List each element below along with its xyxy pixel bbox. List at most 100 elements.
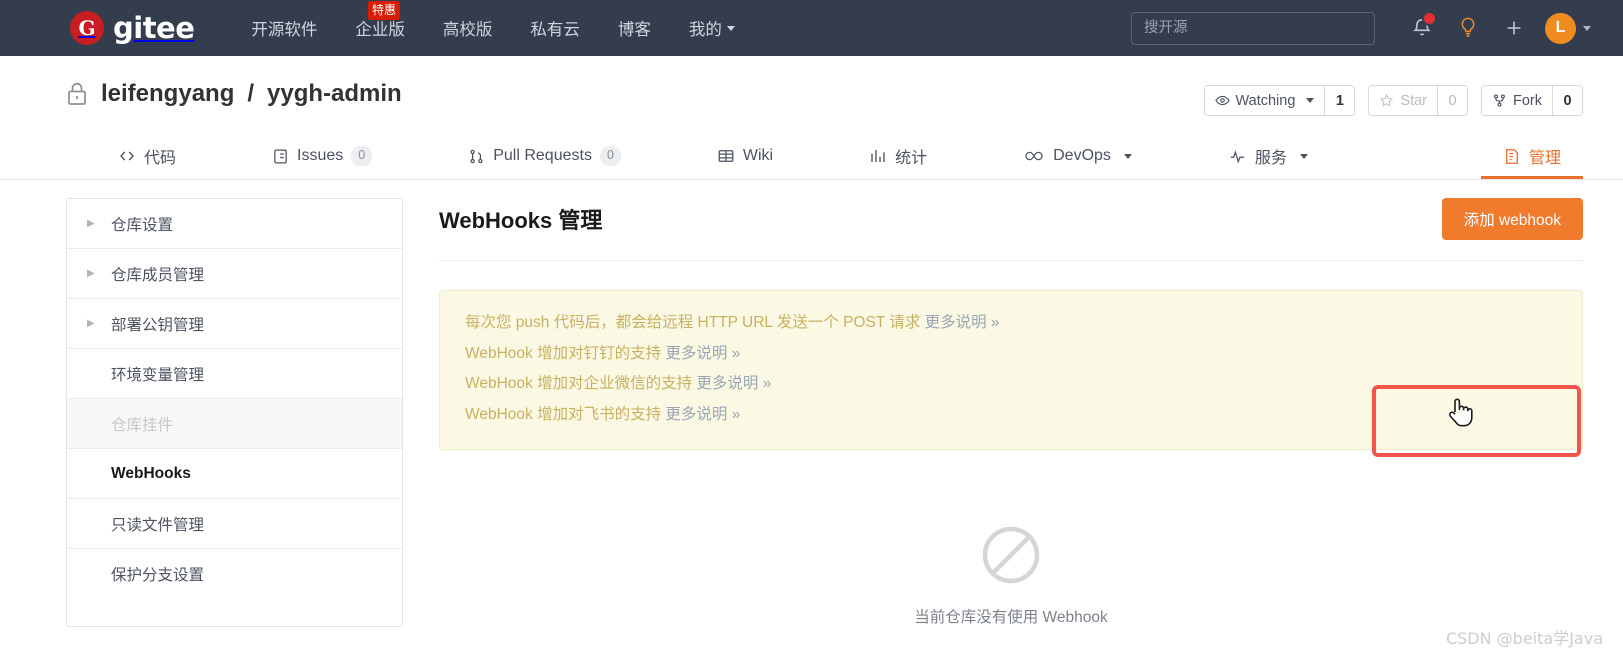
tab-statistics[interactable]: 统计 [847,136,949,179]
nav-item-education[interactable]: 高校版 [424,16,512,40]
sidebar-item-label: 仓库成员管理 [111,266,205,284]
tab-wiki[interactable]: Wiki [695,136,795,179]
chevron-right-icon: ▶ [87,268,95,279]
notice-text: WebHook 增加对飞书的支持 [465,405,666,423]
notice-line: WebHook 增加对企业微信的支持 更多说明 » [465,369,1557,400]
star-count: 0 [1437,86,1467,115]
pulse-icon [1230,149,1245,163]
nav-item-mine[interactable]: 我的 [670,16,754,40]
tabbar-spacer [1382,136,1481,179]
more-info-link[interactable]: 更多说明 » [665,345,740,362]
gitee-logo-link[interactable]: G gitee [70,11,195,45]
watch-button-group[interactable]: Watching 1 [1203,85,1356,116]
issues-count-badge: 0 [351,146,373,166]
global-nav: 开源软件 特惠 企业版 高校版 私有云 博客 我的 [232,1,754,40]
nav-label: 私有云 [530,21,580,39]
repo-owner[interactable]: leifengyang [101,80,234,108]
pull-request-icon [470,149,483,163]
sidebar-item-label: 环境变量管理 [111,366,205,384]
empty-state-text: 当前仓库没有使用 Webhook [914,609,1108,627]
nav-label: 我的 [688,21,722,39]
more-info-link[interactable]: 更多说明 » [696,375,771,392]
sidebar-item-env-variables[interactable]: ▶ 环境变量管理 [67,349,402,399]
infinity-icon [1025,151,1043,161]
chevron-down-icon [1123,153,1132,159]
notice-line: 每次您 push 代码后，都会给远程 HTTP URL 发送一个 POST 请求… [465,308,1557,339]
empty-state: 当前仓库没有使用 Webhook [439,524,1583,627]
notice-line: WebHook 增加对飞书的支持 更多说明 » [465,400,1557,431]
tab-issues[interactable]: Issues 0 [250,136,394,179]
notifications-bell-button[interactable] [1399,6,1445,50]
user-menu-chevron-down-icon[interactable] [1583,25,1591,31]
global-header: G gitee 开源软件 特惠 企业版 高校版 私有云 博客 我的 搜开源 L [0,0,1623,56]
webhook-info-notice: 每次您 push 代码后，都会给远程 HTTP URL 发送一个 POST 请求… [439,290,1583,451]
repo-action-buttons: Watching 1 Star 0 Fork 0 [1203,80,1583,116]
nav-item-private-cloud[interactable]: 私有云 [511,16,599,40]
nav-label: 博客 [617,21,651,39]
eye-icon [1214,95,1230,106]
panel-header: WebHooks 管理 添加 webhook [439,198,1583,261]
webhooks-panel: WebHooks 管理 添加 webhook 每次您 push 代码后，都会给远… [403,198,1583,627]
nav-label: 开源软件 [251,21,318,39]
tab-pull-requests[interactable]: Pull Requests 0 [446,136,643,179]
fork-icon [1494,94,1505,107]
header-right-cluster: L [1131,6,1595,50]
fork-button[interactable]: Fork [1482,86,1552,115]
tab-label: 统计 [895,150,928,167]
settings-doc-icon [1506,148,1518,164]
breadcrumb: leifengyang / yygh-admin [66,80,402,108]
more-info-link[interactable]: 更多说明 » [665,406,740,423]
nav-item-blog[interactable]: 博客 [599,16,670,40]
nav-item-opensource[interactable]: 开源软件 [232,16,336,40]
sidebar-item-readonly-files[interactable]: ▶ 只读文件管理 [67,499,402,549]
notice-text: WebHook 增加对企业微信的支持 [465,375,697,393]
add-webhook-button[interactable]: 添加 webhook [1441,198,1583,240]
plus-icon [1507,21,1521,35]
sidebar-item-label: 仓库设置 [111,216,174,234]
user-avatar[interactable]: L [1545,12,1576,44]
chart-icon [871,150,885,162]
fork-label: Fork [1513,92,1542,109]
book-icon [718,150,734,162]
sidebar-item-label: 部署公钥管理 [111,316,205,334]
nav-item-enterprise[interactable]: 特惠 企业版 [336,1,424,40]
tab-label: 服务 [1254,150,1287,167]
sidebar-item-protected-branches[interactable]: ▶ 保护分支设置 [67,549,402,599]
sidebar-item-label: 保护分支设置 [111,567,205,584]
sidebar-item-label: WebHooks [111,464,191,482]
star-button-group[interactable]: Star 0 [1368,85,1468,116]
sidebar-item-label: 仓库挂件 [111,416,174,434]
fork-button-group[interactable]: Fork 0 [1481,85,1583,116]
sidebar-item-repo-settings[interactable]: ▶ 仓库设置 [67,199,402,249]
settings-sidebar: ▶ 仓库设置 ▶ 仓库成员管理 ▶ 部署公钥管理 ▶ 环境变量管理 ▶ 仓库挂件… [66,198,403,628]
repo-name[interactable]: yygh-admin [267,80,402,108]
star-icon [1380,93,1394,107]
tab-manage[interactable]: 管理 [1480,136,1583,179]
issue-icon [274,148,287,164]
more-info-link[interactable]: 更多说明 » [925,314,1000,331]
chevron-right-icon: ▶ [87,218,95,229]
tab-code[interactable]: 代码 [96,136,198,179]
tab-services[interactable]: 服务 [1206,136,1330,179]
sidebar-item-webhooks[interactable]: ▶ WebHooks [67,449,402,499]
sidebar-item-widgets: ▶ 仓库挂件 [67,399,402,449]
watermark: CSDN @beita学Java [1445,629,1603,648]
nav-label: 高校版 [442,21,493,39]
watch-button[interactable]: Watching [1204,86,1325,115]
tab-label: Pull Requests [493,147,592,164]
chevron-down-icon [726,25,735,31]
fork-count: 0 [1552,86,1582,115]
notice-text: WebHook 增加对钉钉的支持 [465,344,666,362]
sidebar-item-members[interactable]: ▶ 仓库成员管理 [67,249,402,299]
search-input[interactable] [1131,11,1375,45]
tab-devops[interactable]: DevOps [1001,136,1154,179]
tab-label: DevOps [1053,147,1111,164]
repo-header: leifengyang / yygh-admin Watching 1 Star [0,56,1623,116]
star-label: Star [1400,92,1427,109]
sidebar-item-deploy-keys[interactable]: ▶ 部署公钥管理 [67,299,402,349]
notice-line: WebHook 增加对钉钉的支持 更多说明 » [465,339,1557,370]
suggestion-lightbulb-button[interactable] [1445,6,1491,50]
sidebar-item-label: 只读文件管理 [111,516,205,534]
star-button[interactable]: Star [1369,86,1437,115]
create-new-button[interactable] [1491,6,1537,50]
